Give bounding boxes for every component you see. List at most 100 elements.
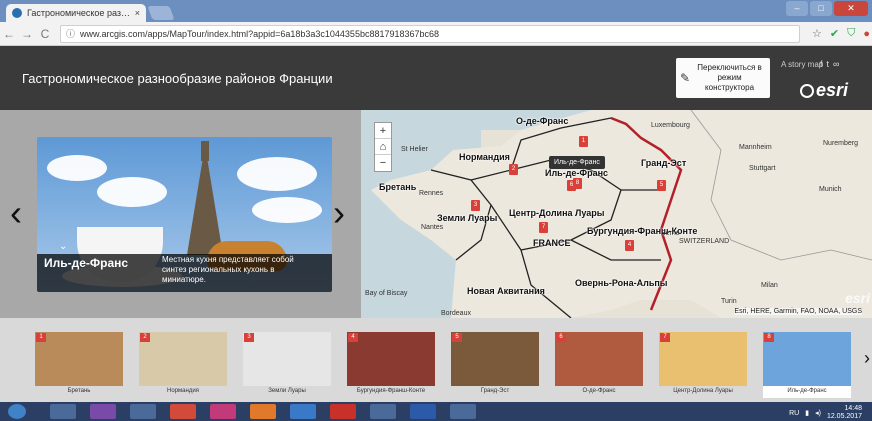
taskbar-app-icon[interactable] xyxy=(450,404,476,419)
city-label: Luxembourg xyxy=(651,122,690,129)
url-text: www.arcgis.com/apps/MapTour/index.html?a… xyxy=(80,28,440,39)
taskbar-chrome-icon[interactable] xyxy=(170,404,196,419)
thumbnail-image xyxy=(451,332,539,386)
map-marker[interactable]: 7 xyxy=(539,222,548,233)
taskbar-word-icon[interactable] xyxy=(410,404,436,419)
place-name: Иль-де-Франс xyxy=(44,256,129,270)
thumbnail-item[interactable]: 8 Иль-де-Франс xyxy=(763,332,851,398)
region-label: Новая Аквитания xyxy=(467,286,545,296)
close-window-button[interactable]: ✕ xyxy=(834,1,868,16)
thumbnail-image xyxy=(659,332,747,386)
thumbnail-image xyxy=(35,332,123,386)
browser-tab[interactable]: Гастрономическое раз… × xyxy=(6,4,146,22)
taskbar-explorer-icon[interactable] xyxy=(50,404,76,419)
new-tab-button[interactable] xyxy=(147,6,175,20)
thumbnail-number: 2 xyxy=(140,333,150,342)
home-icon[interactable]: ⌂ xyxy=(375,139,391,155)
taskbar-app-icon[interactable] xyxy=(90,404,116,419)
thumbnail-number: 4 xyxy=(348,333,358,342)
thumbnail-label: Земли Луары xyxy=(268,388,306,394)
region-label: Бургундия-Франш-Конте xyxy=(587,226,698,236)
reload-icon[interactable]: C xyxy=(36,27,54,41)
extension-check-icon[interactable]: ✔ xyxy=(830,27,839,40)
taskbar-firefox-icon[interactable] xyxy=(250,404,276,419)
thumbnail-label: Нормандия xyxy=(167,388,199,394)
thumbnail-label: Иль-де-Франс xyxy=(787,388,827,394)
thumbnail-item[interactable]: 3 Земли Луары xyxy=(243,332,331,398)
thumbnail-item[interactable]: 6 О-де-Франс xyxy=(555,332,643,398)
taskbar-opera-icon[interactable] xyxy=(330,404,356,419)
city-label: Berne xyxy=(661,230,680,237)
minimize-button[interactable]: – xyxy=(786,1,808,16)
start-button[interactable] xyxy=(8,404,26,419)
network-icon[interactable]: ▮ xyxy=(805,409,809,417)
photo-cloud xyxy=(97,177,167,207)
eiffel-tower-top xyxy=(201,141,209,161)
taskbar-app-icon[interactable] xyxy=(290,404,316,419)
city-label: Munich xyxy=(819,186,842,193)
photo-cloud xyxy=(237,157,317,191)
previous-arrow-icon[interactable]: ‹ xyxy=(10,195,22,231)
city-label: Mannheim xyxy=(739,144,772,151)
next-arrow-icon[interactable]: › xyxy=(333,195,345,231)
thumbnail-item[interactable]: 1 Бретань xyxy=(35,332,123,398)
arcgis-favicon-icon xyxy=(12,8,22,18)
volume-icon[interactable]: ◂) xyxy=(815,409,821,417)
address-bar[interactable]: ⓘ www.arcgis.com/apps/MapTour/index.html… xyxy=(60,24,800,43)
eiffel-tower-shape xyxy=(187,145,223,255)
thumbnail-image xyxy=(555,332,643,386)
taskbar-media-icon[interactable] xyxy=(130,404,156,419)
thumbnail-label: Центр-Долина Луары xyxy=(673,388,733,394)
zoom-out-button[interactable]: − xyxy=(375,155,391,171)
tab-title: Гастрономическое раз… xyxy=(27,8,130,18)
taskbar-app-icon[interactable] xyxy=(210,404,236,419)
forward-arrow-icon[interactable]: → xyxy=(18,27,36,41)
thumbnail-item[interactable]: 2 Нормандия xyxy=(139,332,227,398)
map-marker[interactable]: 3 xyxy=(471,200,480,211)
region-label: Овернь-Рона-Альпы xyxy=(575,278,668,288)
back-arrow-icon[interactable]: ← xyxy=(0,27,18,41)
region-label: О-де-Франс xyxy=(516,116,569,126)
bookmark-star-icon[interactable]: ☆ xyxy=(812,27,822,40)
thumbnail-image xyxy=(243,332,331,386)
switch-to-builder-button[interactable]: ✎ Переключиться в режим конструктора xyxy=(676,58,770,98)
zoom-in-button[interactable]: + xyxy=(375,123,391,139)
extension-shield-icon[interactable]: ⛉ xyxy=(847,27,855,40)
thumbnail-number: 3 xyxy=(244,333,254,342)
tab-close-icon[interactable]: × xyxy=(135,8,140,18)
map-marker[interactable]: 4 xyxy=(625,240,634,251)
taskbar-app-icon[interactable] xyxy=(370,404,396,419)
info-circle-icon[interactable]: ⓘ xyxy=(66,27,75,40)
extension-red-icon[interactable]: ● xyxy=(863,28,870,40)
thumbnail-number: 6 xyxy=(556,333,566,342)
map-marker[interactable]: 8 xyxy=(573,178,582,189)
thumbnail-number: 8 xyxy=(764,333,774,342)
thumbnail-item[interactable]: 7 Центр-Долина Луары xyxy=(659,332,747,398)
clock-date: 12.05.2017 xyxy=(826,413,862,420)
photo-cloud xyxy=(47,155,107,181)
map-marker[interactable]: 5 xyxy=(657,180,666,191)
link-icon[interactable]: ∞ xyxy=(833,59,839,69)
map-marker[interactable]: 2 xyxy=(509,164,518,175)
thumbnail-item[interactable]: 5 Гранд-Эст xyxy=(451,332,539,398)
zoom-controls: + ⌂ − xyxy=(374,122,392,172)
thumbnail-image xyxy=(347,332,435,386)
city-label: St Helier xyxy=(401,146,428,153)
map-marker[interactable]: 1 xyxy=(579,136,588,147)
story-map-link[interactable]: A story map xyxy=(781,60,823,69)
window-controls: – □ ✕ xyxy=(786,1,868,16)
social-share: f t ∞ xyxy=(820,59,839,69)
region-label: Иль-де-Франс xyxy=(545,168,609,178)
carousel-next-arrow-icon[interactable]: › xyxy=(864,348,870,369)
thumbnail-label: Гранд-Эст xyxy=(480,388,510,394)
esri-logo[interactable]: esri xyxy=(800,80,848,101)
maximize-button[interactable]: □ xyxy=(810,1,832,16)
language-indicator[interactable]: RU xyxy=(789,410,799,417)
chevron-down-icon[interactable]: ⌄ xyxy=(59,241,67,252)
twitter-icon[interactable]: t xyxy=(827,59,830,69)
map-view[interactable]: + ⌂ − О-де-Франс Нормандия Гранд-Эст Иль-де… xyxy=(361,110,872,318)
clock[interactable]: 14:48 12.05.2017 xyxy=(827,405,862,421)
facebook-icon[interactable]: f xyxy=(820,59,823,69)
thumbnail-item[interactable]: 4 Бургундия-Франш-Конте xyxy=(347,332,435,398)
esri-logo-text: esri xyxy=(816,80,849,100)
